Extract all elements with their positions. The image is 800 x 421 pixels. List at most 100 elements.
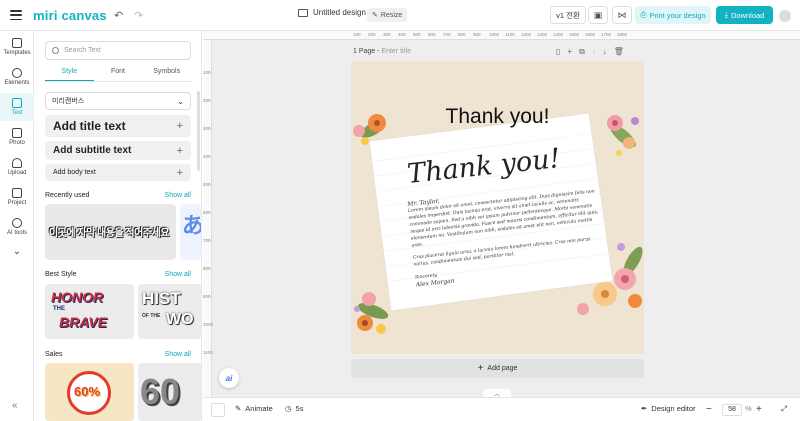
rail-item-upload[interactable]: Upload xyxy=(0,153,34,181)
animate-label: Animate xyxy=(245,404,273,413)
rail-item-project[interactable]: Project xyxy=(0,183,34,211)
tab-style[interactable]: Style xyxy=(45,67,94,81)
redo-button[interactable]: ↷ xyxy=(134,9,143,22)
ruler-tick: 1200 xyxy=(521,32,532,37)
ruler-tick: 800 xyxy=(203,266,211,271)
undo-button[interactable]: ↶ xyxy=(114,9,123,22)
rail-label: Text xyxy=(11,110,23,116)
thumb-text: 60% xyxy=(74,384,101,399)
templates-icon xyxy=(12,38,22,48)
thumb-small: OF THE xyxy=(142,313,161,319)
recent-thumb-text: 이곳에 자막 내용을 적어주세요 xyxy=(49,228,169,239)
section-title: Recently used xyxy=(45,192,90,199)
design-page[interactable]: Thank you! Thank you! Mr. Taylor, Lorem … xyxy=(351,61,644,354)
sales-style-60[interactable]: 60 xyxy=(138,363,201,421)
ai-assistant-button[interactable]: ai xyxy=(219,368,239,388)
fullscreen-icon[interactable]: ⤢ xyxy=(781,404,787,414)
recently-used-header: Recently used Show all xyxy=(45,192,191,199)
show-all-link[interactable]: Show all xyxy=(165,192,191,199)
collapse-panel-icon[interactable]: « xyxy=(12,400,18,411)
version-switch-button[interactable]: v1 전환 xyxy=(550,6,586,24)
download-button[interactable]: ⤓ Download xyxy=(716,6,773,24)
design-editor-button[interactable]: ✒ Design editor xyxy=(641,404,696,413)
design-title[interactable]: Untitled design xyxy=(298,8,366,17)
page-notes-icon[interactable]: ▯ xyxy=(556,47,560,57)
photo-icon xyxy=(12,128,22,138)
elements-icon xyxy=(12,68,22,78)
ruler-tick: 1000 xyxy=(203,322,214,327)
font-select[interactable]: 미리캔버스 ⌄ xyxy=(45,92,191,110)
design-editor-label: Design editor xyxy=(651,404,696,413)
add-body-button[interactable]: Add body text + xyxy=(45,164,191,181)
zoom-input[interactable]: 58 xyxy=(722,404,742,416)
ruler-tick: 1800 xyxy=(617,32,628,37)
delete-icon[interactable]: 🗑 xyxy=(614,47,624,57)
resize-button[interactable]: ✎ Resize xyxy=(367,8,408,22)
add-subtitle-button[interactable]: Add subtitle text + xyxy=(45,141,191,160)
rail-item-templates[interactable]: Templates xyxy=(0,33,34,61)
timer-icon: ◷ xyxy=(285,404,292,413)
zoom-in-button[interactable]: + xyxy=(756,404,762,415)
ruler-left: 100 200 300 400 500 600 700 800 900 1000… xyxy=(203,40,214,397)
app-logo[interactable]: miri canvas xyxy=(33,8,107,23)
add-title-button[interactable]: Add title text + xyxy=(45,115,191,137)
recent-text-style-2[interactable]: あ xyxy=(180,204,201,260)
page-title-input[interactable]: Enter title xyxy=(381,48,411,55)
rail-item-text[interactable]: Text xyxy=(0,93,34,121)
ruler-tick: 800 xyxy=(458,32,466,37)
ruler-top: 100 200 300 400 500 600 700 800 900 1000… xyxy=(203,31,800,40)
thumb-line1: HONOR xyxy=(51,289,104,305)
tab-symbols[interactable]: Symbols xyxy=(142,67,191,81)
recent-text-style[interactable]: 이곳에 자막 내용을 적어주세요 xyxy=(45,204,176,260)
design-title-text: Untitled design xyxy=(313,8,366,17)
show-all-link[interactable]: Show all xyxy=(165,271,191,278)
ruler-tick: 600 xyxy=(203,210,211,215)
rail-more-button[interactable]: ⌄ xyxy=(0,237,34,265)
upload-icon xyxy=(12,158,22,168)
tab-font[interactable]: Font xyxy=(94,67,143,81)
zoom-out-button[interactable]: − xyxy=(706,404,712,415)
search-input[interactable]: Search Text xyxy=(45,41,191,60)
pen-icon: ✒ xyxy=(641,404,648,413)
rail-item-elements[interactable]: Elements xyxy=(0,63,34,91)
best-style-honor-brave[interactable]: HONOR THE BRAVE xyxy=(45,284,134,339)
sales-style-60-percent[interactable]: 60% xyxy=(45,363,134,421)
add-icon[interactable]: + xyxy=(567,47,572,57)
plus-icon: + xyxy=(176,166,183,179)
duration-label: 5s xyxy=(295,404,304,413)
ruler-tick: 1300 xyxy=(537,32,548,37)
move-down-icon[interactable]: ↓ xyxy=(603,47,607,57)
background-color-swatch[interactable] xyxy=(211,403,225,417)
rail-label: AI tools xyxy=(6,230,27,236)
show-all-link[interactable]: Show all xyxy=(165,351,191,358)
share-icon[interactable]: ⋈ xyxy=(612,6,632,24)
rail-label: Project xyxy=(7,200,27,206)
save-icon[interactable]: ▣ xyxy=(588,6,608,24)
add-page-label: Add page xyxy=(487,365,518,372)
add-page-button[interactable]: + Add page xyxy=(351,359,644,378)
thumb-line2: BRAVE xyxy=(59,314,107,330)
rail-label: Upload xyxy=(7,170,27,176)
panel-scrollbar[interactable] xyxy=(197,91,200,171)
animate-button[interactable]: ✎ Animate xyxy=(235,404,273,413)
best-style-history[interactable]: HIST OF THE WO xyxy=(138,284,201,339)
page-toolbar: ▯ + ⧉ ↑ ↓ 🗑 xyxy=(556,47,624,57)
duplicate-icon[interactable]: ⧉ xyxy=(579,47,585,57)
search-icon xyxy=(52,47,59,54)
pencil-icon: ✎ xyxy=(372,12,378,19)
ruler-tick: 100 xyxy=(203,70,211,75)
left-rail: Templates Elements Text Photo Upload Pro… xyxy=(0,31,34,421)
rail-item-photo[interactable]: Photo xyxy=(0,123,34,151)
ruler-tick: 100 xyxy=(353,32,361,37)
menu-icon[interactable] xyxy=(10,10,22,20)
print-design-button[interactable]: ⎙ Print your design xyxy=(635,6,711,24)
card-heading[interactable]: Thank you! xyxy=(351,105,644,129)
ruler-tick: 1600 xyxy=(585,32,596,37)
ruler-tick: 600 xyxy=(428,32,436,37)
chevron-up-icon[interactable]: ︿ xyxy=(483,389,511,397)
ruler-tick: 500 xyxy=(203,182,211,187)
duration-button[interactable]: ◷ 5s xyxy=(285,404,303,413)
avatar[interactable] xyxy=(779,10,791,22)
move-up-icon[interactable]: ↑ xyxy=(592,47,596,57)
page-label[interactable]: 1 Page - Enter title xyxy=(353,48,411,55)
